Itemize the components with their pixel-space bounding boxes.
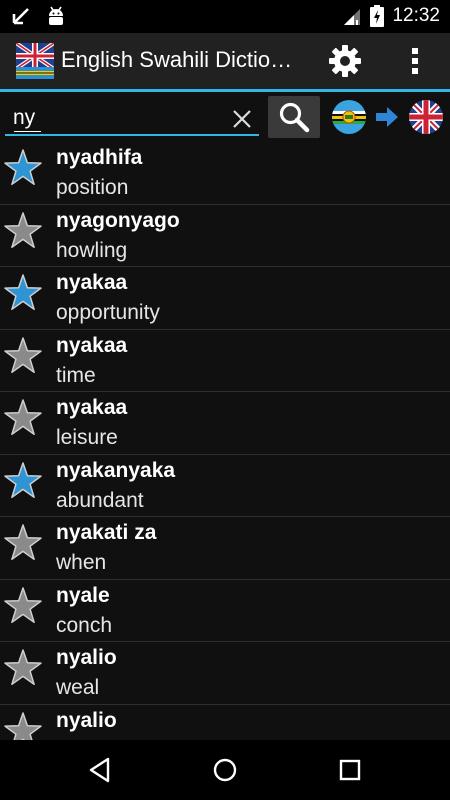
home-icon[interactable]: [211, 756, 239, 784]
word-translation: conch: [56, 613, 113, 637]
arrow-right-icon: [376, 107, 398, 127]
word-translation: when: [56, 551, 107, 574]
search-field: [5, 100, 259, 136]
search-input[interactable]: [13, 104, 213, 132]
word-term: nyagonyago: [56, 208, 180, 232]
back-icon[interactable]: [86, 756, 114, 784]
list-item[interactable]: nyakati za when: [0, 517, 450, 580]
clear-button[interactable]: [227, 104, 257, 134]
star-outline-icon[interactable]: [4, 711, 42, 741]
settings-button[interactable]: [325, 41, 365, 81]
star-filled-icon[interactable]: [4, 274, 42, 312]
signal-icon: [344, 9, 361, 25]
word-list[interactable]: nyadhifa position nyagonyago howling nya…: [0, 142, 450, 740]
star-outline-icon[interactable]: [4, 524, 42, 562]
app-title: English Swahili Dictio…: [61, 47, 293, 72]
navigation-bar: [0, 740, 450, 800]
missed-call-icon: [12, 8, 29, 25]
word-term: nyadhifa: [56, 146, 143, 169]
android-debug-icon: [49, 6, 63, 25]
recents-icon[interactable]: [336, 756, 364, 784]
search-row: [0, 92, 450, 142]
star-outline-icon[interactable]: [4, 586, 42, 625]
list-item[interactable]: nyakaa time: [0, 330, 450, 392]
close-icon: [233, 110, 251, 128]
star-outline-icon[interactable]: [4, 211, 42, 250]
list-item[interactable]: nyadhifa position: [0, 142, 450, 205]
word-term: nyalio: [56, 708, 117, 732]
status-bar: 12:32: [0, 0, 450, 33]
uk-flag-icon[interactable]: [408, 99, 444, 135]
star-outline-icon[interactable]: [4, 649, 42, 687]
list-item[interactable]: nyakaa opportunity: [0, 267, 450, 330]
clock: 12:32: [392, 5, 440, 26]
word-translation: howling: [56, 238, 128, 262]
star-filled-icon[interactable]: [4, 461, 42, 500]
word-term: nyakaa: [56, 333, 128, 357]
word-translation: position: [56, 176, 129, 199]
list-item[interactable]: nyale conch: [0, 580, 450, 642]
overflow-menu-button[interactable]: [400, 41, 430, 81]
star-outline-icon[interactable]: [4, 399, 42, 437]
word-translation: abundant: [56, 488, 144, 512]
search-icon: [279, 102, 310, 133]
word-term: nyalio: [56, 646, 117, 669]
search-button[interactable]: [268, 96, 320, 138]
spellcheck-underline: [14, 131, 41, 132]
word-term: nyakaa: [56, 396, 128, 419]
word-translation: opportunity: [56, 301, 160, 324]
word-term: nyakati za: [56, 521, 157, 544]
list-item[interactable]: nyakaa leisure: [0, 392, 450, 455]
list-item[interactable]: nyagonyago howling: [0, 205, 450, 267]
word-term: nyakaa: [56, 271, 128, 294]
word-term: nyale: [56, 583, 110, 607]
list-item[interactable]: nyalio: [0, 705, 450, 741]
list-item[interactable]: nyalio weal: [0, 642, 450, 705]
battery-icon: [370, 5, 385, 27]
word-translation: time: [56, 363, 96, 387]
word-translation: leisure: [56, 426, 118, 449]
overflow-menu-icon: [412, 48, 418, 74]
app-flag-icon: [16, 43, 54, 79]
settings-icon: [329, 45, 361, 77]
east-africa-flag-icon[interactable]: [331, 99, 367, 135]
star-filled-icon[interactable]: [4, 149, 42, 187]
word-term: nyakanyaka: [56, 458, 176, 482]
action-bar: English Swahili Dictio…: [0, 33, 450, 89]
list-item[interactable]: nyakanyaka abundant: [0, 455, 450, 517]
word-translation: weal: [56, 676, 100, 699]
star-outline-icon[interactable]: [4, 336, 42, 375]
